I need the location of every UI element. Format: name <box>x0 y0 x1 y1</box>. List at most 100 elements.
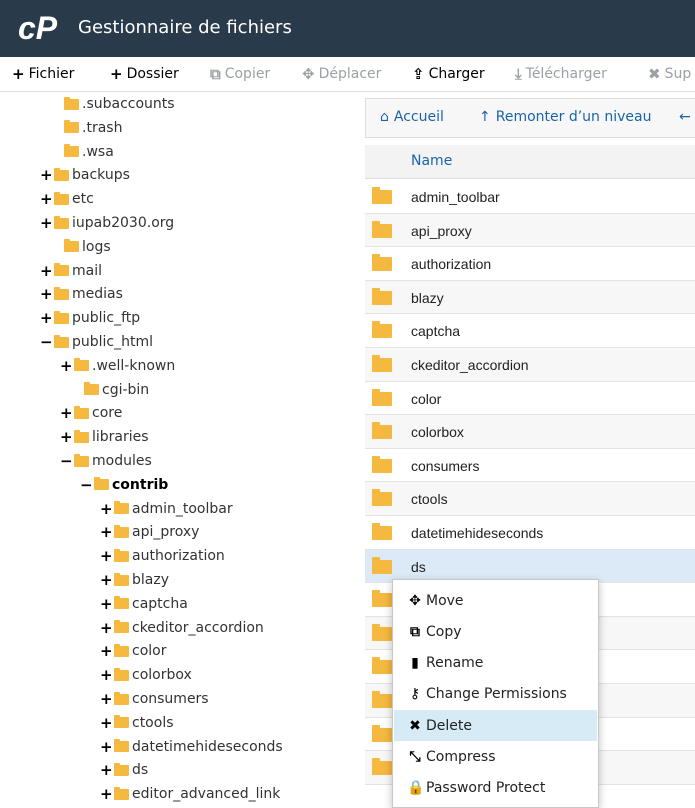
expand-icon[interactable]: + <box>100 761 113 779</box>
expand-icon[interactable]: + <box>100 785 113 803</box>
copy-button[interactable]: ⧉ Copier <box>210 65 270 83</box>
table-row[interactable]: authorization <box>365 247 695 281</box>
tree-item[interactable]: + iupab2030.org <box>40 211 174 235</box>
file-icon: ▮ <box>411 655 419 672</box>
collapse-icon[interactable]: − <box>60 452 73 470</box>
tree-item[interactable]: cgi-bin <box>70 378 149 402</box>
tree-item-label: .trash <box>82 119 123 136</box>
tree-item[interactable]: + medias <box>40 282 123 306</box>
folder-icon <box>54 191 69 205</box>
tree-item[interactable]: + libraries <box>60 425 149 449</box>
tree-item[interactable]: + blazy <box>100 568 169 592</box>
folder-icon <box>372 523 392 540</box>
menu-item-password-protect[interactable]: 🔒 Password Protect <box>394 773 597 804</box>
table-row[interactable]: color <box>365 381 695 416</box>
tree-item[interactable]: + ctools <box>100 711 174 735</box>
tree-item[interactable]: + datetimehideseconds <box>100 735 283 759</box>
file-name: datetimehideseconds <box>411 525 544 541</box>
new-folder-button[interactable]: + Dossier <box>110 65 179 83</box>
tree-item[interactable]: + admin_toolbar <box>100 497 233 521</box>
expand-icon[interactable]: + <box>60 428 73 446</box>
table-row[interactable]: datetimehideseconds <box>365 516 695 550</box>
tree-item[interactable]: + public_ftp <box>40 306 140 330</box>
tree-item[interactable]: − contrib <box>80 473 168 497</box>
table-row[interactable]: consumers <box>365 448 695 483</box>
tree-item-label: authorization <box>132 548 225 565</box>
folder-icon <box>372 287 392 305</box>
tree-item[interactable]: − modules <box>60 449 152 473</box>
table-row[interactable]: ctools <box>365 482 695 516</box>
menu-item-delete[interactable]: ✖ Delete <box>394 710 597 742</box>
expand-icon[interactable]: + <box>100 690 113 708</box>
tree-item[interactable]: + color <box>100 639 166 663</box>
tree-item[interactable]: + ckeditor_accordion <box>100 616 264 640</box>
column-header-name[interactable]: Name <box>411 153 452 169</box>
up-one-level-button[interactable]: ↑ Remonter d’un niveau <box>479 109 651 125</box>
new-file-button[interactable]: + Fichier <box>12 65 74 83</box>
expand-icon[interactable]: + <box>40 309 53 327</box>
tree-item[interactable]: + authorization <box>100 544 225 568</box>
menu-item-change-permissions[interactable]: ⚷ Change Permissions <box>394 679 597 710</box>
tree-item[interactable]: + editor_advanced_link <box>100 782 280 806</box>
tree-item[interactable]: + mail <box>40 259 102 283</box>
expand-icon[interactable]: + <box>100 571 113 589</box>
tree-item[interactable]: + .well-known <box>60 354 175 378</box>
home-button[interactable]: ⌂ Accueil <box>380 109 444 125</box>
table-row[interactable]: colorbox <box>365 415 695 449</box>
table-row[interactable]: blazy <box>365 280 695 315</box>
expand-icon[interactable]: + <box>40 285 53 303</box>
menu-item-compress[interactable]: ⤡ Compress <box>394 742 597 773</box>
table-row[interactable]: ckeditor_accordion <box>365 348 695 382</box>
tree-item[interactable]: + backups <box>40 163 130 187</box>
download-icon: ⤓ <box>515 65 522 83</box>
tree-item[interactable]: + consumers <box>100 687 209 711</box>
tree-item[interactable]: .wsa <box>50 140 114 164</box>
table-row[interactable]: api_proxy <box>365 213 695 248</box>
tree-item[interactable]: + ds <box>100 758 148 782</box>
expand-icon[interactable]: + <box>100 738 113 756</box>
expand-icon[interactable]: + <box>40 262 53 280</box>
expand-icon[interactable]: + <box>40 190 53 208</box>
collapse-icon[interactable]: − <box>80 476 93 494</box>
menu-item-rename[interactable]: ▮ Rename <box>394 648 597 679</box>
expand-icon[interactable]: + <box>40 166 53 184</box>
folder-icon <box>372 657 392 675</box>
tree-item[interactable]: + api_proxy <box>100 520 199 544</box>
tree-item[interactable]: + core <box>60 401 122 425</box>
expand-icon[interactable]: + <box>60 404 73 422</box>
tree-item-label: libraries <box>92 429 149 446</box>
upload-button[interactable]: ⇪ Charger <box>412 65 485 83</box>
expand-icon[interactable]: + <box>100 666 113 684</box>
app-header: cP Gestionnaire de fichiers <box>0 0 695 57</box>
tree-item[interactable]: .trash <box>50 116 122 140</box>
tree-item[interactable]: + captcha <box>100 592 188 616</box>
expand-icon[interactable]: + <box>100 547 113 565</box>
expand-icon[interactable]: + <box>100 595 113 613</box>
expand-icon[interactable]: + <box>100 714 113 732</box>
tree-item[interactable]: .subaccounts <box>50 92 175 116</box>
tree-item-label: api_proxy <box>132 524 200 541</box>
expand-icon[interactable]: + <box>60 357 73 375</box>
expand-icon[interactable]: + <box>100 642 113 660</box>
cpanel-logo[interactable]: cP <box>18 12 70 44</box>
tree-item[interactable]: + colorbox <box>100 663 192 687</box>
table-row[interactable]: admin_toolbar <box>365 180 695 214</box>
table-row[interactable]: captcha <box>365 314 695 348</box>
back-button[interactable]: ← <box>679 109 691 125</box>
up-one-level-label: Remonter d’un niveau <box>495 109 652 125</box>
expand-icon[interactable]: + <box>100 523 113 541</box>
tree-item[interactable]: logs <box>50 235 111 259</box>
menu-item-label: Password Protect <box>426 780 546 797</box>
expand-icon[interactable]: + <box>40 214 53 232</box>
move-button[interactable]: ✥ Déplacer <box>302 65 381 83</box>
menu-item-copy[interactable]: ⧉ Copy <box>394 616 597 647</box>
expand-icon[interactable]: + <box>100 619 113 637</box>
menu-item-move[interactable]: ✥ Move <box>394 585 597 616</box>
tree-item[interactable]: + etc <box>40 187 94 211</box>
expand-icon[interactable]: + <box>100 500 113 518</box>
collapse-icon[interactable]: − <box>40 333 53 351</box>
folder-icon <box>114 643 129 657</box>
tree-item[interactable]: − public_html <box>40 330 153 354</box>
delete-button[interactable]: ✖ Sup <box>648 65 691 83</box>
download-button[interactable]: ⤓ Télécharger <box>515 65 607 83</box>
